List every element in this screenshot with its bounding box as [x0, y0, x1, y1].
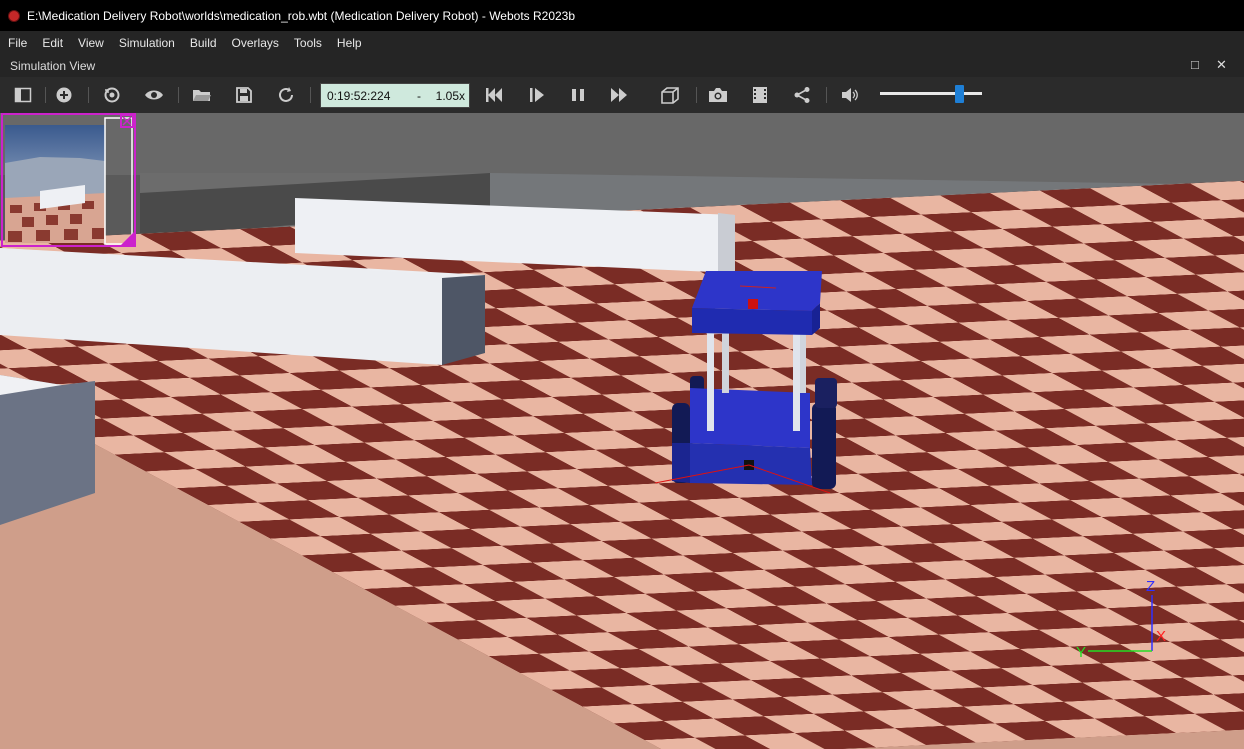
fast-forward-icon[interactable] [610, 85, 630, 105]
simulation-time: 0:19:52:224 [327, 89, 391, 103]
view-eye-icon[interactable] [144, 85, 164, 105]
simulation-time-display: 0:19:52:224 - 1.05x [320, 83, 470, 108]
step-icon[interactable] [527, 85, 547, 105]
time-separator: - [417, 89, 421, 103]
reload-world-icon[interactable] [276, 85, 296, 105]
menu-edit[interactable]: Edit [34, 31, 70, 55]
close-panel-icon[interactable]: ✕ [1216, 57, 1227, 73]
save-world-icon[interactable] [234, 85, 254, 105]
webots-app-icon [9, 10, 19, 21]
menu-simulation[interactable]: Simulation [111, 31, 182, 55]
window-title: E:\Medication Delivery Robot\worlds\medi… [27, 8, 576, 23]
movie-icon[interactable] [750, 85, 770, 105]
simulation-toolbar [0, 77, 1244, 113]
maximize-panel-icon[interactable]: □ [1191, 57, 1199, 72]
volume-slider-track[interactable] [880, 92, 982, 95]
view-cube-icon[interactable] [660, 85, 680, 105]
toggle-scene-tree-icon[interactable] [13, 85, 33, 105]
menu-overlays[interactable]: Overlays [224, 31, 286, 55]
volume-icon[interactable] [840, 85, 860, 105]
panel-title: Simulation View [10, 59, 96, 73]
screenshot-icon[interactable] [708, 85, 728, 105]
pause-icon[interactable] [568, 85, 588, 105]
step-back-icon[interactable] [484, 85, 504, 105]
simulation-speed: 1.05x [435, 89, 465, 103]
add-node-icon[interactable] [54, 85, 74, 105]
open-world-icon[interactable] [192, 85, 212, 105]
simulation-view-header: Simulation View □ ✕ [0, 55, 1244, 77]
z-axis-label: Z [1146, 578, 1155, 595]
reset-view-icon[interactable] [102, 85, 122, 105]
share-icon[interactable] [792, 85, 812, 105]
volume-slider-handle[interactable] [955, 85, 964, 103]
menu-bar: File Edit View Simulation Build Overlays… [0, 31, 1244, 55]
menu-view[interactable]: View [70, 31, 111, 55]
3d-simulation-viewport[interactable]: Z Y X [0, 113, 1244, 749]
y-axis-label: Y [1076, 644, 1086, 661]
menu-tools[interactable]: Tools [286, 31, 329, 55]
x-axis-label: X [1156, 628, 1166, 645]
menu-build[interactable]: Build [182, 31, 224, 55]
title-bar: E:\Medication Delivery Robot\worlds\medi… [0, 0, 1244, 31]
menu-help[interactable]: Help [329, 31, 369, 55]
menu-file[interactable]: File [0, 31, 34, 55]
